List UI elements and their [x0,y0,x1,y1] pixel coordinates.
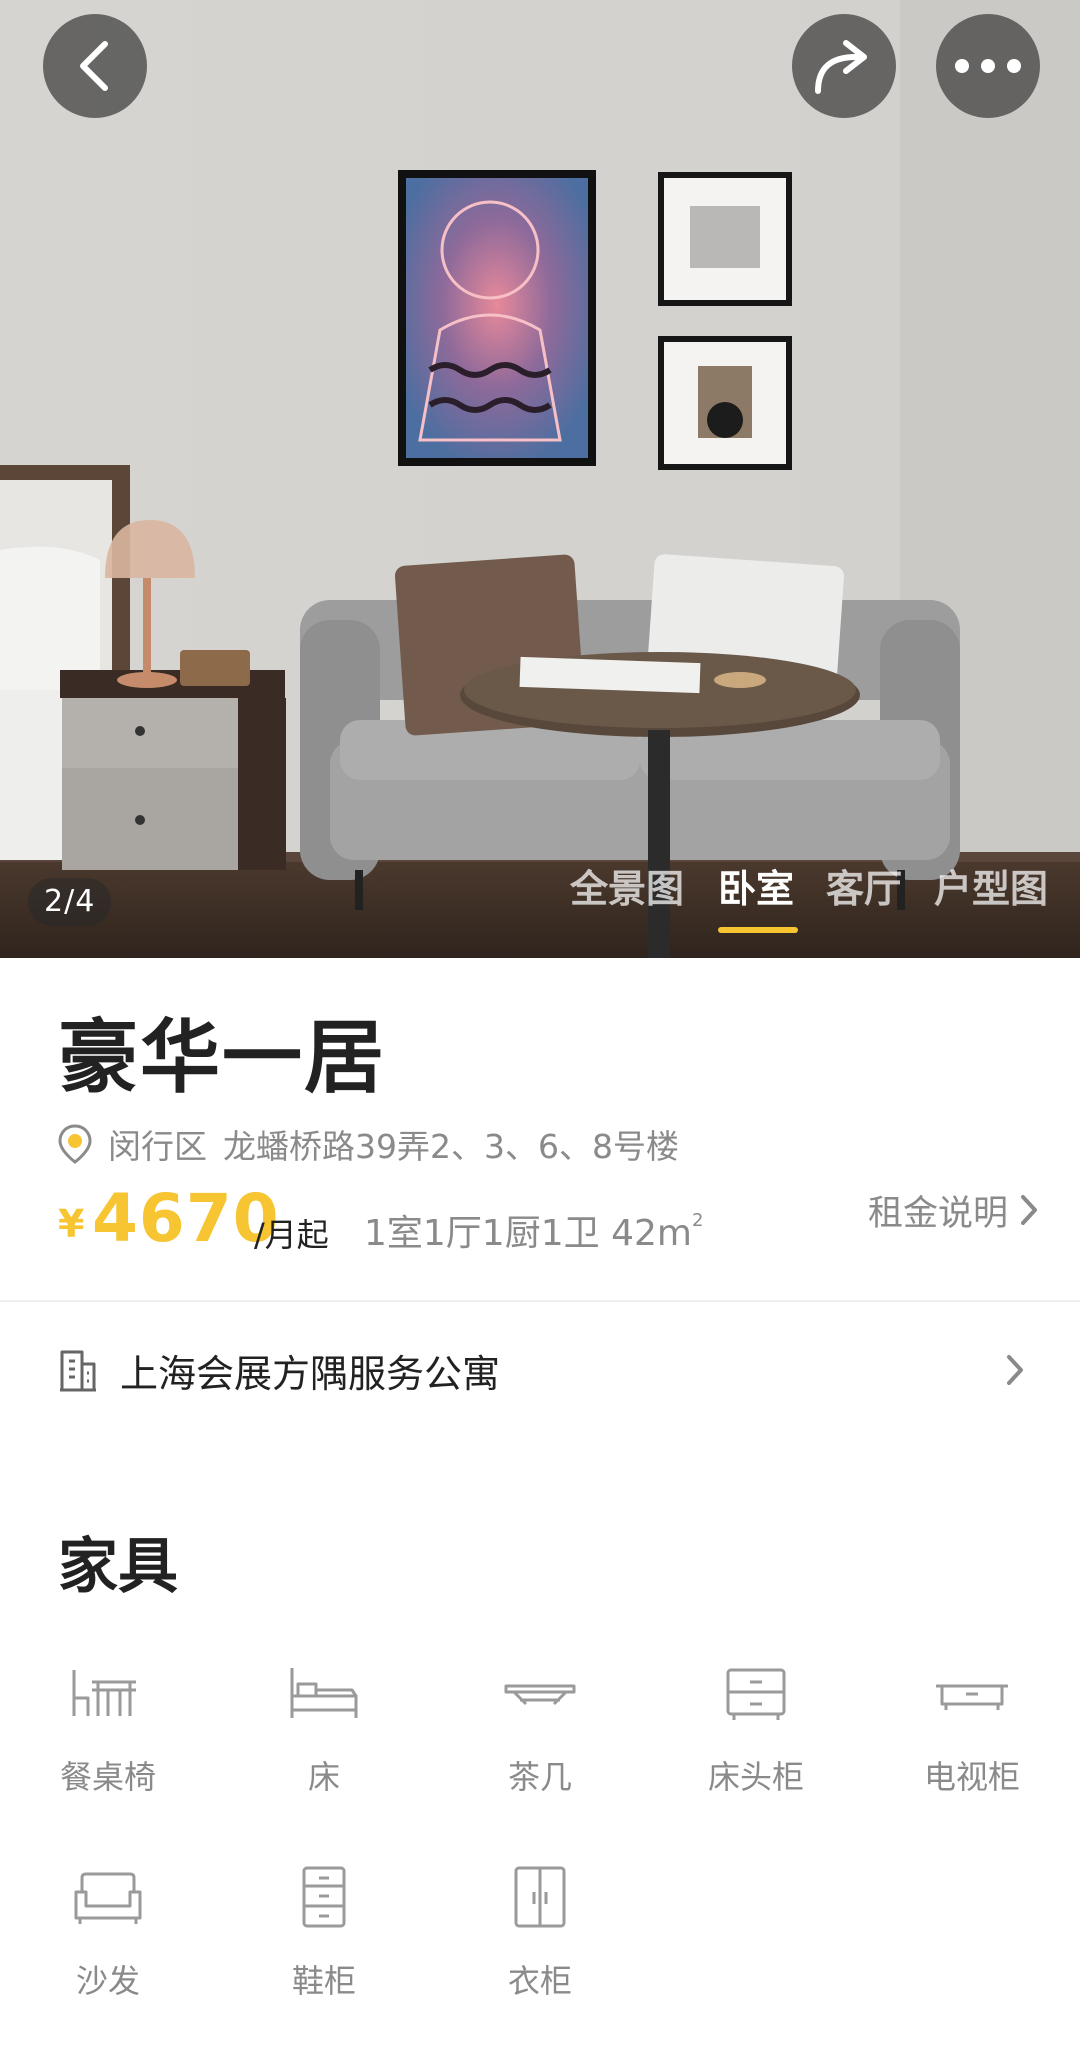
furniture-item-sofa: 沙发 [0,1864,216,2002]
apartment-row[interactable]: 上海会展方隅服务公寓 [58,1338,1024,1402]
chevron-right-icon [1007,1355,1023,1385]
room-spec: 1室1厅1厨1卫 42m2 [364,1204,703,1256]
share-button[interactable] [792,14,896,118]
more-button[interactable] [936,14,1040,118]
building-icon [60,1350,96,1392]
listing-title: 豪华一居 [58,1011,386,1104]
hero-photo[interactable]: 2/4 全景图 卧室 客厅 户型图 [0,0,1080,958]
furniture-label: 电视柜 [923,1758,1020,1796]
tab-panorama[interactable]: 全景图 [570,858,684,913]
currency-symbol: ¥ [58,1202,85,1246]
district: 闵行区 [108,1127,207,1166]
furniture-item-bed: 床 [216,1660,432,1798]
furniture-item-shoe-cabinet: 鞋柜 [216,1864,432,2002]
furniture-item-dining-set: 餐桌椅 [0,1660,216,1798]
furniture-item-tv-cabinet: 电视柜 [864,1660,1080,1798]
furniture-item-wardrobe: 衣柜 [432,1864,648,2002]
rent-note-label: 租金说明 [867,1193,1008,1234]
area-unit-sup: 2 [691,1210,704,1231]
furniture-item-nightstand: 床头柜 [648,1660,864,1798]
shoe-cabinet-icon [302,1866,346,1928]
more-icon [955,59,1021,73]
tab-living-room[interactable]: 客厅 [826,858,902,913]
price-row: ¥ 4670 /月起 1室1厅1厨1卫 42m2 租金说明 [58,1180,1038,1260]
wardrobe-icon [514,1866,566,1928]
chevron-right-icon [1021,1195,1037,1225]
nightstand-icon [726,1668,786,1720]
rent-note-link[interactable]: 租金说明 [868,1180,1038,1240]
furniture-label: 床头柜 [707,1758,804,1796]
bedroom-photo [0,0,1080,958]
room-layout: 1室1厅1厨1卫 [364,1213,600,1254]
active-tab-indicator [718,927,798,933]
furniture-label: 餐桌椅 [59,1758,156,1796]
address-row: 闵行区 龙蟠桥路39弄2、3、6、8号楼 [58,1122,679,1166]
apartment-name: 上海会展方隅服务公寓 [120,1351,501,1396]
furniture-section-title: 家具 [58,1532,178,1602]
bed-icon [290,1668,358,1718]
tv-cabinet-icon [936,1684,1008,1710]
furniture-label: 鞋柜 [291,1962,356,2000]
tab-bedroom[interactable]: 卧室 [718,858,794,913]
tab-floor-plan[interactable]: 户型图 [934,858,1048,913]
photo-tabs: 全景图 卧室 客厅 户型图 [560,858,1080,938]
furniture-label: 床 [307,1758,340,1796]
furniture-item-coffee-table: 茶几 [432,1660,648,1798]
photo-counter: 2/4 [28,878,112,926]
price: 4670 [92,1180,280,1257]
location-pin-icon [58,1124,92,1164]
furniture-label: 茶几 [507,1758,572,1796]
sofa-icon [74,1872,142,1924]
back-button[interactable] [43,14,147,118]
dining-set-icon [72,1670,136,1716]
back-icon [80,41,108,91]
room-area: 42m [611,1213,692,1254]
furniture-label: 衣柜 [507,1962,572,2000]
furniture-label: 沙发 [75,1962,140,2000]
street-address: 龙蟠桥路39弄2、3、6、8号楼 [223,1127,679,1166]
divider [0,1300,1080,1302]
share-icon [815,40,867,94]
price-unit: /月起 [254,1216,329,1254]
coffee-table-icon [504,1684,576,1706]
